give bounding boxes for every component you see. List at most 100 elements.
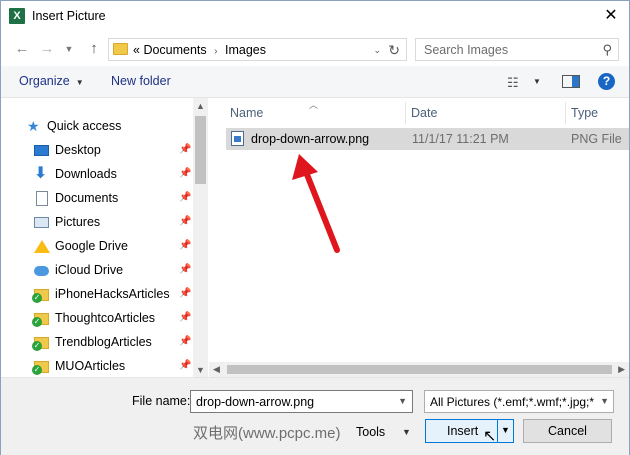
column-header-type[interactable]: Type	[571, 102, 598, 124]
sidebar-item-documents[interactable]: Documents 📌	[1, 187, 193, 209]
star-icon: ★	[27, 118, 40, 134]
file-type: PNG File	[571, 132, 622, 146]
excel-icon: X	[9, 8, 25, 24]
view-chevron-down-icon[interactable]: ▼	[533, 77, 541, 86]
sidebar-item-pictures[interactable]: Pictures 📌	[1, 211, 193, 233]
search-placeholder: Search Images	[424, 43, 509, 57]
dialog-title: Insert Picture	[32, 9, 106, 23]
help-icon[interactable]: ?	[598, 73, 615, 90]
sidebar-item-google-drive[interactable]: Google Drive 📌	[1, 235, 193, 257]
google-drive-icon	[34, 240, 50, 253]
address-row: ← → ▼ ↑ « Documents › Images ⌄ ↻ Search …	[1, 32, 629, 66]
organize-button[interactable]: Organize ▼	[19, 74, 84, 88]
pin-icon[interactable]: 📌	[179, 259, 191, 281]
navigation-pane-scrollbar[interactable]: ▲ ▼	[193, 98, 208, 377]
mouse-cursor-icon: ↖	[483, 428, 497, 445]
breadcrumb-overflow[interactable]: «	[133, 43, 140, 57]
sidebar-item-desktop[interactable]: Desktop 📌	[1, 139, 193, 161]
search-icon: ⚲	[602, 42, 612, 57]
chevron-down-icon: ▼	[600, 396, 609, 406]
pictures-icon	[34, 217, 49, 228]
column-header-date[interactable]: Date	[411, 102, 437, 124]
scrollbar-thumb[interactable]	[195, 116, 206, 184]
cancel-button[interactable]: Cancel	[523, 419, 612, 443]
synced-folder-icon	[32, 361, 49, 375]
file-date: 11/1/17 11:21 PM	[412, 132, 509, 146]
file-type-filter-select[interactable]: All Pictures (*.emf;*.wmf;*.jpg;* ▼	[424, 390, 614, 413]
navigation-pane: ★ Quick access Desktop 📌 ⬇ Downloads 📌 D…	[1, 98, 208, 377]
synced-folder-icon	[32, 289, 49, 303]
address-bar[interactable]: « Documents › Images ⌄ ↻	[108, 38, 407, 61]
chevron-down-icon[interactable]: ▼	[398, 396, 407, 406]
search-input[interactable]: Search Images ⚲	[415, 38, 619, 61]
recent-locations-chevron-icon[interactable]: ▼	[63, 39, 75, 59]
downloads-icon: ⬇	[34, 165, 48, 182]
file-row[interactable]: drop-down-arrow.png 11/1/17 11:21 PM PNG…	[226, 128, 629, 150]
pin-icon[interactable]: 📌	[179, 187, 191, 209]
sort-ascending-icon: ︿	[309, 100, 319, 110]
sidebar-item-label: ThoughtcoArticles	[55, 311, 156, 325]
file-name-field[interactable]: drop-down-arrow.png ▼	[190, 390, 413, 413]
forward-arrow-icon[interactable]: →	[38, 39, 56, 59]
pin-icon[interactable]: 📌	[179, 307, 191, 329]
file-name-label: File name:	[132, 394, 191, 408]
file-list: ︿ Name Date Type drop-down-arrow.png 11/…	[209, 98, 629, 362]
tools-chevron-down-icon[interactable]: ▼	[402, 427, 411, 437]
up-arrow-icon[interactable]: ↑	[85, 39, 103, 59]
file-name: drop-down-arrow.png	[251, 132, 370, 146]
pin-icon[interactable]: 📌	[179, 163, 191, 185]
refresh-icon[interactable]: ↻	[388, 41, 400, 59]
preview-pane-icon[interactable]	[562, 75, 580, 88]
sidebar-item-label: MUOArticles	[55, 359, 126, 373]
folder-icon	[113, 43, 128, 55]
synced-folder-icon	[32, 337, 49, 351]
scroll-up-icon[interactable]: ▲	[196, 101, 205, 111]
pin-icon[interactable]: 📌	[179, 211, 191, 233]
sidebar-item-label: iPhoneHacksArticles	[55, 287, 170, 301]
scroll-right-icon[interactable]: ▶	[618, 364, 625, 375]
sidebar-item-quick-access[interactable]: ★ Quick access	[1, 115, 193, 137]
sidebar-item-icloud-drive[interactable]: iCloud Drive 📌	[1, 259, 193, 281]
documents-icon	[36, 191, 48, 206]
pin-icon[interactable]: 📌	[179, 283, 191, 305]
sidebar-item-label: Pictures	[55, 215, 101, 229]
pin-icon[interactable]: 📌	[179, 235, 191, 257]
insert-button[interactable]: Insert ▼	[425, 419, 514, 443]
chevron-down-icon: ▼	[75, 78, 84, 87]
icloud-icon	[34, 266, 49, 276]
watermark: 双电网(www.pcpc.me)	[193, 425, 341, 442]
sidebar-item-label: Documents	[55, 191, 119, 205]
close-button[interactable]: ✕	[599, 5, 623, 27]
tools-button[interactable]: Tools	[356, 425, 385, 439]
column-divider[interactable]	[405, 102, 406, 124]
pin-icon[interactable]: 📌	[179, 331, 191, 353]
sidebar-item-muoarticles[interactable]: MUOArticles 📌	[1, 355, 193, 377]
split-divider	[497, 420, 498, 442]
sidebar-item-thoughtcoarticles[interactable]: ThoughtcoArticles 📌	[1, 307, 193, 329]
insert-options-chevron-down-icon[interactable]: ▼	[501, 425, 510, 435]
command-toolbar: Organize ▼ New folder ☷ ▼ ?	[1, 66, 629, 98]
sidebar-item-label: TrendblogArticles	[55, 335, 152, 349]
synced-folder-icon	[32, 313, 49, 327]
dialog-footer: File name: drop-down-arrow.png ▼ All Pic…	[1, 377, 629, 455]
file-list-horizontal-scrollbar[interactable]: ◀ ▶	[209, 362, 629, 377]
sidebar-item-downloads[interactable]: ⬇ Downloads 📌	[1, 163, 193, 185]
column-divider[interactable]	[565, 102, 566, 124]
breadcrumb-documents[interactable]: Documents	[143, 43, 206, 57]
address-dropdown-chevron-icon[interactable]: ⌄	[373, 42, 381, 58]
column-header-name[interactable]: Name	[230, 102, 263, 124]
sidebar-item-iphonehacksarticles[interactable]: iPhoneHacksArticles 📌	[1, 283, 193, 305]
pin-icon[interactable]: 📌	[179, 139, 191, 161]
scrollbar-thumb[interactable]	[227, 365, 612, 374]
sidebar-item-trendblogarticles[interactable]: TrendblogArticles 📌	[1, 331, 193, 353]
new-folder-button[interactable]: New folder	[111, 74, 171, 88]
back-arrow-icon[interactable]: ←	[13, 39, 31, 59]
pin-icon[interactable]: 📌	[179, 355, 191, 377]
breadcrumb-images[interactable]: Images	[225, 43, 266, 57]
scroll-left-icon[interactable]: ◀	[213, 364, 220, 375]
scroll-down-icon[interactable]: ▼	[196, 365, 205, 375]
sidebar-item-label: iCloud Drive	[55, 263, 124, 277]
view-options-icon[interactable]: ☷	[507, 75, 519, 91]
insert-label: Insert	[447, 424, 479, 438]
sidebar-item-label: Quick access	[47, 119, 122, 133]
